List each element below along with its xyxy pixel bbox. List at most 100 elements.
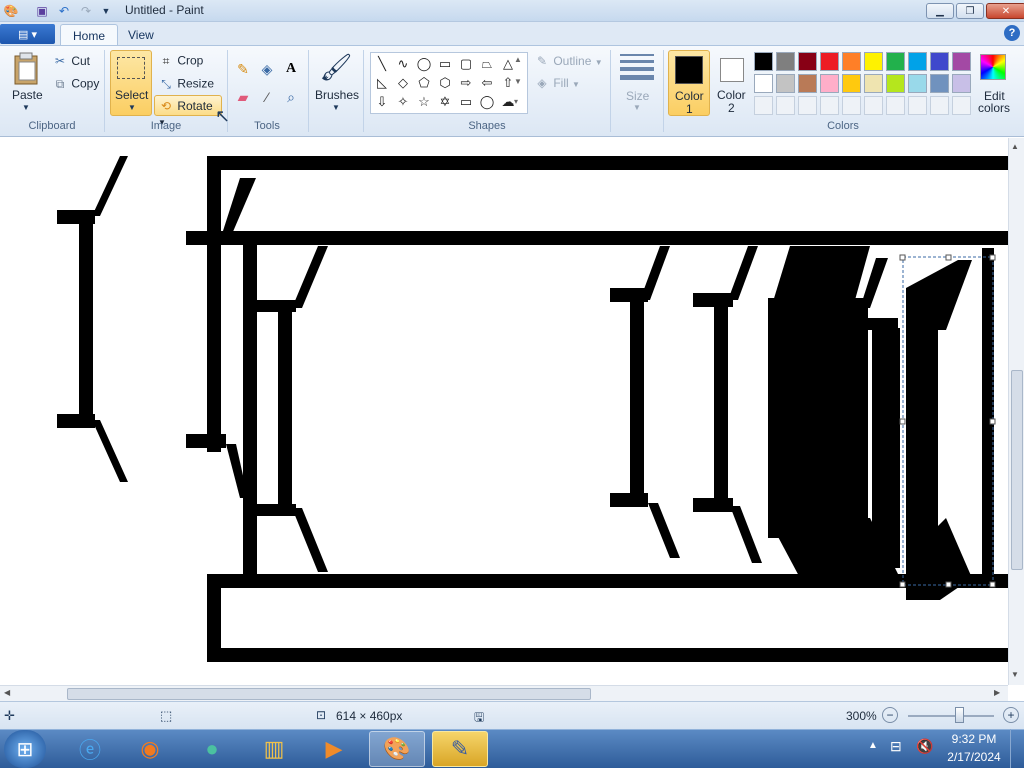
custom-color-slot[interactable] — [776, 96, 795, 115]
palette-color-swatch[interactable] — [842, 52, 861, 71]
zoom-in-button[interactable]: + — [1003, 707, 1019, 723]
hexagon-shape-icon[interactable]: ⬡ — [436, 74, 454, 92]
color2-button[interactable]: Color 2 — [713, 50, 751, 116]
oval-callout-shape-icon[interactable]: ◯ — [478, 93, 496, 111]
tab-home[interactable]: Home — [60, 24, 119, 46]
gallery-scroll-down-icon[interactable]: ▼ — [514, 77, 522, 86]
palette-color-swatch[interactable] — [820, 52, 839, 71]
start-button[interactable]: ⊞ — [4, 730, 46, 768]
rect-callout-shape-icon[interactable]: ▭ — [457, 93, 475, 111]
down-arrow-shape-icon[interactable]: ⇩ — [373, 93, 391, 111]
select-button[interactable]: Select ▼ — [110, 50, 152, 116]
internet-explorer-icon[interactable]: ⓔ — [62, 731, 118, 767]
horizontal-scroll-thumb[interactable] — [67, 688, 591, 700]
palette-color-swatch[interactable] — [754, 74, 773, 93]
pentagon-shape-icon[interactable]: ⬠ — [415, 74, 433, 92]
polygon-shape-icon[interactable]: ⏢ — [478, 55, 496, 73]
size-icon[interactable] — [620, 54, 654, 82]
firefox-icon[interactable]: ◉ — [122, 731, 178, 767]
zoom-slider-track[interactable] — [908, 715, 994, 717]
file-menu-button[interactable]: ▤ ▾ — [0, 24, 55, 44]
palette-color-swatch[interactable] — [798, 74, 817, 93]
show-hidden-icons[interactable]: ▲ — [868, 740, 878, 751]
custom-color-slot[interactable] — [930, 96, 949, 115]
drawing-canvas[interactable] — [0, 138, 1008, 685]
undo-icon[interactable]: ↶ — [56, 3, 72, 19]
palette-color-swatch[interactable] — [952, 52, 971, 71]
active-app-taskbar-icon[interactable]: ✎ — [432, 731, 488, 767]
edit-colors-icon[interactable] — [980, 54, 1006, 80]
text-tool-icon[interactable]: A — [280, 58, 302, 80]
custom-color-slot[interactable] — [754, 96, 773, 115]
zoom-out-button[interactable]: − — [882, 707, 898, 723]
gallery-expand-icon[interactable]: ▾ — [514, 97, 518, 106]
custom-color-slot[interactable] — [820, 96, 839, 115]
custom-color-slot[interactable] — [952, 96, 971, 115]
paste-button[interactable] — [10, 52, 44, 88]
vertical-scrollbar[interactable]: ▲ ▼ — [1008, 138, 1024, 685]
rotate-button[interactable]: ⟲ Rotate ▼ — [154, 95, 222, 127]
line-shape-icon[interactable]: ╲ — [373, 55, 391, 73]
rounded-rectangle-shape-icon[interactable]: ▢ — [457, 55, 475, 73]
palette-color-swatch[interactable] — [930, 74, 949, 93]
magnifier-icon[interactable]: ⌕ — [280, 86, 302, 108]
diamond-shape-icon[interactable]: ◇ — [394, 74, 412, 92]
redo-icon[interactable]: ↷ — [78, 3, 94, 19]
network-icon[interactable]: ⊟ — [890, 738, 902, 755]
eraser-icon[interactable]: ▰ — [232, 86, 254, 108]
palette-color-swatch[interactable] — [886, 52, 905, 71]
save-icon[interactable]: ▣ — [34, 3, 50, 19]
browser-icon[interactable]: ● — [184, 731, 240, 767]
edit-colors-label-2[interactable]: colors — [978, 101, 1010, 115]
six-point-star-shape-icon[interactable]: ✡ — [436, 93, 454, 111]
right-arrow-shape-icon[interactable]: ⇨ — [457, 74, 475, 92]
copy-button[interactable]: ⧉ Copy — [52, 76, 100, 92]
media-player-icon[interactable]: ▶ — [306, 731, 362, 767]
gallery-scroll-up-icon[interactable]: ▲ — [514, 55, 522, 64]
maximize-button[interactable]: ❐ — [956, 3, 984, 19]
palette-color-swatch[interactable] — [864, 52, 883, 71]
volume-muted-icon[interactable]: 🔇 — [916, 738, 933, 755]
palette-color-swatch[interactable] — [820, 74, 839, 93]
curve-shape-icon[interactable]: ∿ — [394, 55, 412, 73]
show-desktop-button[interactable] — [1010, 729, 1024, 768]
scroll-right-icon[interactable]: ▶ — [994, 688, 1000, 697]
fill-bucket-icon[interactable]: ◈ — [256, 58, 278, 80]
custom-color-slot[interactable] — [798, 96, 817, 115]
palette-color-swatch[interactable] — [886, 74, 905, 93]
paint-taskbar-icon[interactable]: 🎨 — [369, 731, 425, 767]
color1-button[interactable]: Color 1 — [668, 50, 710, 116]
close-button[interactable]: ✕ — [986, 3, 1024, 19]
clock-time[interactable]: 9:32 PM — [944, 732, 1004, 746]
palette-color-swatch[interactable] — [908, 52, 927, 71]
resize-button[interactable]: ⤡ Resize — [158, 76, 214, 92]
crop-button[interactable]: ⌗ Crop — [158, 53, 204, 69]
palette-color-swatch[interactable] — [776, 52, 795, 71]
paste-dropdown-icon[interactable]: ▼ — [22, 103, 30, 112]
pencil-icon[interactable]: ✎ — [232, 58, 254, 80]
palette-color-swatch[interactable] — [798, 52, 817, 71]
zoom-slider-thumb[interactable] — [955, 707, 964, 723]
vertical-scroll-thumb[interactable] — [1011, 370, 1023, 570]
palette-color-swatch[interactable] — [776, 74, 795, 93]
fill-button[interactable]: ◈ Fill ▼ — [534, 75, 580, 91]
file-explorer-icon[interactable]: ▥ — [246, 731, 302, 767]
cut-button[interactable]: ✂ Cut — [52, 53, 90, 69]
palette-color-swatch[interactable] — [754, 52, 773, 71]
size-dropdown-icon[interactable]: ▼ — [633, 103, 641, 112]
customize-qat-icon[interactable]: ▼ — [98, 3, 114, 19]
palette-color-swatch[interactable] — [864, 74, 883, 93]
paint-app-icon[interactable]: 🎨 — [3, 3, 19, 19]
right-triangle-shape-icon[interactable]: ◺ — [373, 74, 391, 92]
four-point-star-shape-icon[interactable]: ✧ — [394, 93, 412, 111]
scroll-down-icon[interactable]: ▼ — [1011, 670, 1019, 679]
five-point-star-shape-icon[interactable]: ☆ — [415, 93, 433, 111]
palette-color-swatch[interactable] — [930, 52, 949, 71]
horizontal-scrollbar[interactable]: ◀ ▶ — [0, 685, 1008, 701]
brushes-label[interactable]: Brushes — [315, 88, 359, 102]
clock-date[interactable]: 2/17/2024 — [944, 750, 1004, 764]
custom-color-slot[interactable] — [908, 96, 927, 115]
oval-shape-icon[interactable]: ◯ — [415, 55, 433, 73]
brushes-icon[interactable]: 🖌 — [318, 52, 354, 88]
outline-button[interactable]: ✎ Outline ▼ — [534, 53, 603, 69]
